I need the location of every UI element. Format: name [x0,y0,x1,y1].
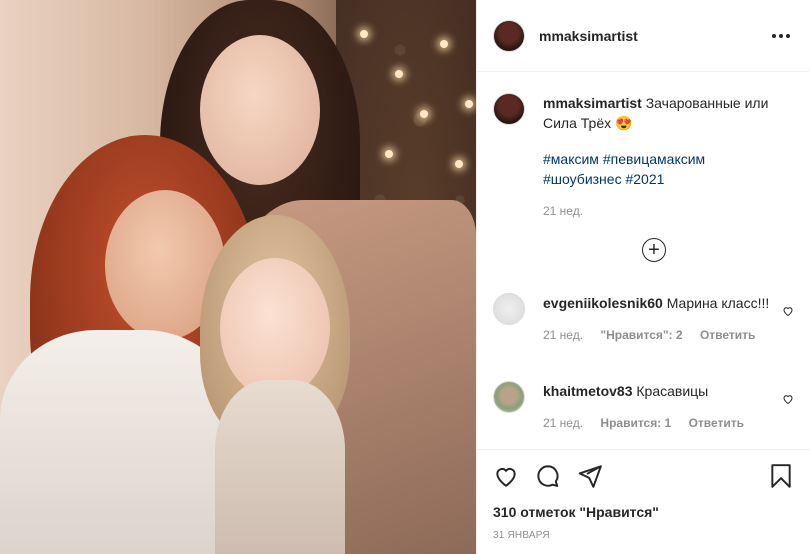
action-bar [493,462,794,490]
comment-text: Красавицы [636,383,709,399]
bookmark-icon[interactable] [768,463,794,489]
hashtag-2021[interactable]: #2021 [625,171,664,187]
dot-icon [779,33,783,38]
post-header: mmaksimartist [477,0,810,72]
comment-username[interactable]: evgeniikolesnik60 [543,295,663,311]
girl-top [215,380,345,554]
reply-button[interactable]: Ответить [700,328,755,342]
comment-text: Марина класс!!! [666,295,770,311]
comment-time[interactable]: 21 нед. [543,416,583,430]
post-panel: mmaksimartist mmaksimartist Зачарованные… [476,0,810,554]
author-username[interactable]: mmaksimartist [539,28,638,44]
comment-icon[interactable] [535,463,561,489]
post-date: 31 ЯНВАРЯ [493,530,550,541]
post-footer: 310 отметок "Нравится" 31 ЯНВАРЯ [477,449,810,554]
girl-face [220,258,330,398]
caption-avatar[interactable] [493,93,525,125]
reply-button[interactable]: Ответить [689,416,744,430]
share-icon[interactable] [577,463,603,489]
commenter-avatar[interactable] [493,293,525,325]
caption-username[interactable]: mmaksimartist [543,95,642,111]
comment-meta: 21 нед. "Нравится": 2 Ответить [543,325,794,345]
post-body: mmaksimartist Зачарованные или Сила Трёх… [477,73,810,449]
caption: mmaksimartist Зачарованные или Сила Трёх… [493,93,794,221]
teen-face [200,35,320,185]
dot-icon [772,33,776,38]
hashtag-pevitsamaksim[interactable]: #певицамаксим [603,151,705,167]
caption-hashtags: #максим #певицамаксим #шоубизнес #2021 [543,149,794,189]
comment-likes[interactable]: "Нравится": 2 [600,328,682,342]
heart-icon[interactable] [782,393,794,405]
caption-content: mmaksimartist Зачарованные или Сила Трёх… [543,93,794,221]
comment-time[interactable]: 21 нед. [543,328,583,342]
caption-time[interactable]: 21 нед. [543,201,794,221]
comment-meta: 21 нед. Нравится: 1 Ответить [543,413,794,433]
likes-count[interactable]: 310 отметок "Нравится" [493,504,794,520]
comment: khaitmetov83 Красавицы 21 нед. Нравится:… [493,381,794,433]
hashtag-shoubiznes[interactable]: #шоубизнес [543,171,622,187]
heart-icon[interactable] [493,463,519,489]
dot-icon [786,33,790,38]
author-avatar[interactable] [493,19,525,52]
comment-likes[interactable]: Нравится: 1 [600,416,671,430]
comment-username[interactable]: khaitmetov83 [543,383,632,399]
plus-circle-icon[interactable]: + [642,238,666,262]
heart-icon[interactable] [782,305,794,317]
comment: evgeniikolesnik60 Марина класс!!! 21 нед… [493,293,794,345]
commenter-avatar[interactable] [493,381,525,413]
more-options-button[interactable] [768,30,794,42]
hashtag-maksim[interactable]: #максим [543,151,599,167]
post-photo[interactable] [0,0,476,554]
